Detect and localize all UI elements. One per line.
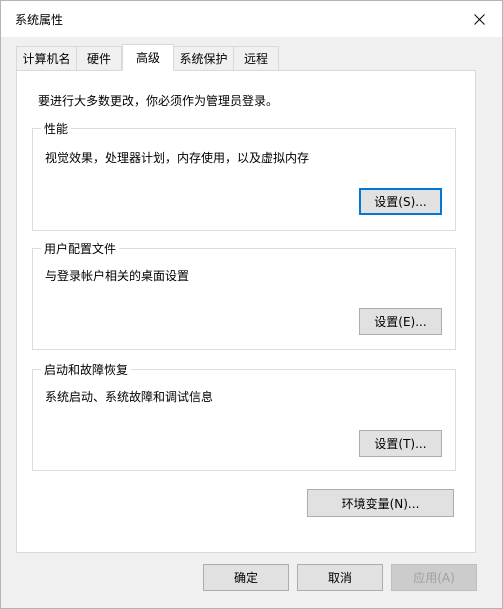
tab-hardware[interactable]: 硬件 [76, 46, 122, 70]
startup-recovery-group: 启动和故障恢复 系统启动、系统故障和调试信息 设置(T)... [32, 361, 456, 471]
performance-description: 视觉效果，处理器计划，内存使用，以及虚拟内存 [45, 151, 310, 165]
performance-settings-button[interactable]: 设置(S)... [359, 188, 442, 215]
tab-system-protection[interactable]: 系统保护 [173, 46, 234, 70]
admin-note: 要进行大多数更改，你必须作为管理员登录。 [38, 94, 279, 108]
user-profiles-settings-button[interactable]: 设置(E)... [359, 308, 442, 335]
apply-button[interactable]: 应用(A) [391, 564, 477, 591]
tab-computer-name[interactable]: 计算机名 [16, 46, 77, 70]
user-profiles-group-title: 用户配置文件 [41, 240, 120, 257]
startup-recovery-group-title: 启动和故障恢复 [41, 361, 132, 378]
tab-remote[interactable]: 远程 [233, 46, 279, 70]
ok-button[interactable]: 确定 [203, 564, 289, 591]
performance-group: 性能 视觉效果，处理器计划，内存使用，以及虚拟内存 设置(S)... [32, 120, 456, 231]
user-profiles-group: 用户配置文件 与登录帐户相关的桌面设置 设置(E)... [32, 240, 456, 350]
tab-advanced[interactable]: 高级 [122, 44, 174, 71]
cancel-button[interactable]: 取消 [297, 564, 383, 591]
performance-group-title: 性能 [41, 120, 72, 137]
startup-recovery-settings-button[interactable]: 设置(T)... [359, 430, 442, 457]
startup-recovery-description: 系统启动、系统故障和调试信息 [45, 390, 214, 404]
user-profiles-description: 与登录帐户相关的桌面设置 [45, 269, 190, 283]
environment-variables-button[interactable]: 环境变量(N)... [307, 489, 454, 517]
title-bar: 系统属性 [1, 1, 502, 37]
close-icon [473, 13, 485, 25]
advanced-tab-panel: 要进行大多数更改，你必须作为管理员登录。 性能 视觉效果，处理器计划，内存使用，… [16, 70, 476, 553]
system-properties-window: 系统属性 计算机名 硬件 高级 系统保护 远程 要进行大多数更改，你必须作为管理… [0, 0, 503, 609]
window-title: 系统属性 [15, 13, 64, 27]
close-button[interactable] [456, 1, 502, 37]
